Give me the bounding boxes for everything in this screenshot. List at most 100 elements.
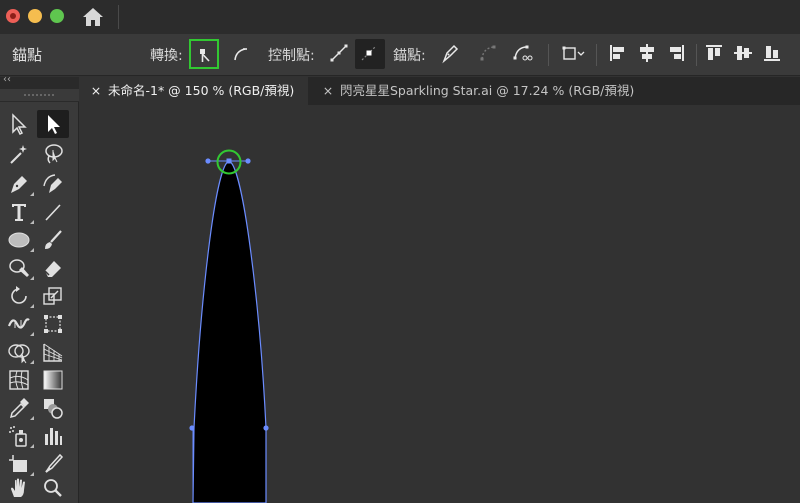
shaper-tool[interactable] <box>3 254 35 282</box>
paintbrush-tool[interactable] <box>37 226 69 254</box>
control-bar-separator <box>696 44 697 66</box>
document-tab-untitled[interactable]: × 未命名-1* @ 150 % (RGB/預視) <box>80 77 308 105</box>
lasso-tool[interactable] <box>37 140 69 168</box>
line-segment-tool[interactable] <box>37 198 69 226</box>
convert-to-smooth-button[interactable] <box>226 39 256 69</box>
solid-arrow-icon <box>48 115 60 134</box>
direction-handle-left[interactable] <box>205 158 211 164</box>
tool-flyout-indicator <box>30 332 34 336</box>
width-tool[interactable] <box>3 310 35 338</box>
remove-anchor-button[interactable] <box>436 39 466 69</box>
mesh-tool[interactable] <box>3 366 35 394</box>
rotate-icon <box>11 286 27 304</box>
tool-flyout-indicator <box>30 276 34 280</box>
shape-builder-tool[interactable] <box>3 338 35 366</box>
scale-icon <box>43 287 62 305</box>
collapse-toolbox-icon[interactable]: ‹‹ <box>3 74 11 85</box>
align-left-button[interactable] <box>604 39 634 69</box>
slice-knife-icon <box>45 453 64 473</box>
symbol-sprayer-tool[interactable] <box>3 422 35 450</box>
column-graph-icon <box>45 428 62 445</box>
control-bar: 錨點 轉換: 控制點: 錨點: <box>0 34 800 76</box>
rotate-tool[interactable] <box>3 282 35 310</box>
home-icon[interactable] <box>82 6 104 28</box>
gradient-tool[interactable] <box>37 366 69 394</box>
column-graph-tool[interactable] <box>37 422 69 450</box>
type-tool[interactable] <box>3 198 35 226</box>
align-horizontal-center-button[interactable] <box>633 39 663 69</box>
tool-flyout-indicator <box>30 416 34 420</box>
tool-flyout-indicator <box>30 360 34 364</box>
magic-wand-tool[interactable] <box>3 140 35 168</box>
pen-tool[interactable] <box>3 170 35 198</box>
close-tab-icon[interactable]: × <box>88 77 104 105</box>
eraser-tool[interactable] <box>37 254 69 282</box>
show-multiple-handles-button[interactable] <box>325 39 355 69</box>
minimize-window-button[interactable] <box>28 9 42 23</box>
eraser-icon <box>44 261 61 277</box>
width-icon <box>7 318 30 329</box>
align-center-icon <box>640 44 654 62</box>
connect-endpoints-button[interactable] <box>474 39 504 69</box>
blend-icon <box>44 399 63 419</box>
selection-tool[interactable] <box>3 110 35 138</box>
close-window-button[interactable] <box>6 9 20 23</box>
hand-icon <box>11 478 25 497</box>
cut-path-at-anchor-button[interactable] <box>508 39 538 69</box>
maximize-window-button[interactable] <box>50 9 64 23</box>
align-top-button[interactable] <box>700 39 730 69</box>
canvas[interactable] <box>80 105 800 503</box>
perspective-grid-tool[interactable] <box>37 338 69 366</box>
direct-selection-tool[interactable] <box>37 110 69 138</box>
scissors-path-icon <box>513 45 533 61</box>
blend-tool[interactable] <box>37 394 69 422</box>
title-bar-divider <box>118 5 119 29</box>
toolbox-grip[interactable] <box>0 89 79 102</box>
shaper-icon <box>9 259 29 277</box>
direction-handle-lower-left[interactable] <box>189 425 195 431</box>
pen-minus-icon <box>442 44 459 64</box>
handles-hidden-icon <box>361 45 377 61</box>
transform-reference-dropdown[interactable] <box>558 39 588 69</box>
convert-to-corner-button[interactable] <box>189 39 219 69</box>
direction-handle-right[interactable] <box>245 158 251 164</box>
scale-tool[interactable] <box>37 282 69 310</box>
eyedropper-tool[interactable] <box>3 394 35 422</box>
eyedropper-icon <box>9 398 29 419</box>
document-tab-bar: × 未命名-1* @ 150 % (RGB/預視) × 閃亮星星Sparkling … <box>80 77 800 105</box>
connect-path-icon <box>480 45 496 61</box>
ellipse-tool[interactable] <box>3 226 35 254</box>
document-tab-sparkling-star[interactable]: × 閃亮星星Sparkling Star.ai @ 17.24 % (RGB/預視… <box>312 77 642 105</box>
shape-builder-icon <box>8 344 30 364</box>
perspective-grid-icon <box>43 343 63 362</box>
tab-label: 閃亮星星Sparkling Star.ai @ 17.24 % (RGB/預視) <box>340 83 635 98</box>
direction-handle-lower-right[interactable] <box>263 425 269 431</box>
zoom-tool[interactable] <box>37 474 69 502</box>
align-left-icon <box>610 45 624 61</box>
free-transform-tool[interactable] <box>37 310 69 338</box>
curvature-tool[interactable] <box>37 170 69 198</box>
artboard-icon <box>9 455 27 472</box>
tool-flyout-indicator <box>30 192 34 196</box>
window-title-bar <box>0 0 800 34</box>
control-bar-separator <box>596 44 597 66</box>
align-middle-icon <box>734 46 752 60</box>
corner-anchor-icon <box>200 49 210 62</box>
hand-tool[interactable] <box>3 474 35 502</box>
transform-box-icon <box>562 46 585 60</box>
artwork[interactable] <box>80 105 800 503</box>
anchors-label: 錨點: <box>393 48 426 64</box>
align-bottom-button[interactable] <box>758 39 788 69</box>
hide-multiple-handles-button[interactable] <box>355 39 385 69</box>
selected-anchor-point[interactable] <box>226 158 232 164</box>
handles-label: 控制點: <box>268 48 315 64</box>
tab-label: 未命名-1* @ 150 % (RGB/預視) <box>108 83 295 98</box>
toolbox <box>0 102 79 503</box>
align-top-icon <box>706 45 722 60</box>
align-vertical-center-button[interactable] <box>729 39 759 69</box>
selected-path-shape[interactable] <box>192 160 267 503</box>
align-right-button[interactable] <box>662 39 692 69</box>
tool-flyout-indicator <box>30 248 34 252</box>
close-tab-icon[interactable]: × <box>320 77 336 105</box>
hollow-arrow-icon <box>12 113 27 136</box>
